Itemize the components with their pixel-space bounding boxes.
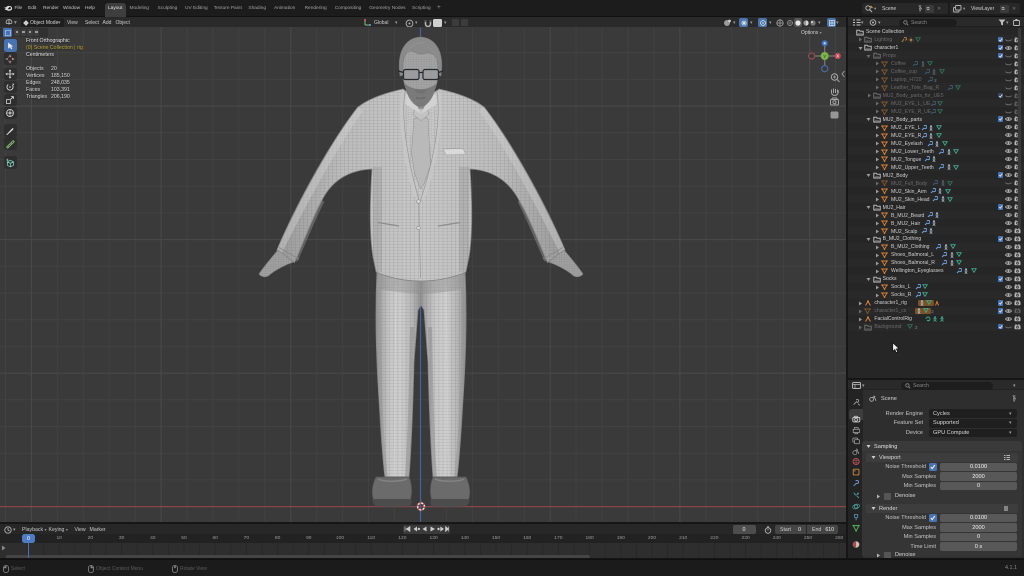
svg-text:Y: Y — [823, 54, 826, 59]
svg-text:X: X — [836, 54, 839, 59]
